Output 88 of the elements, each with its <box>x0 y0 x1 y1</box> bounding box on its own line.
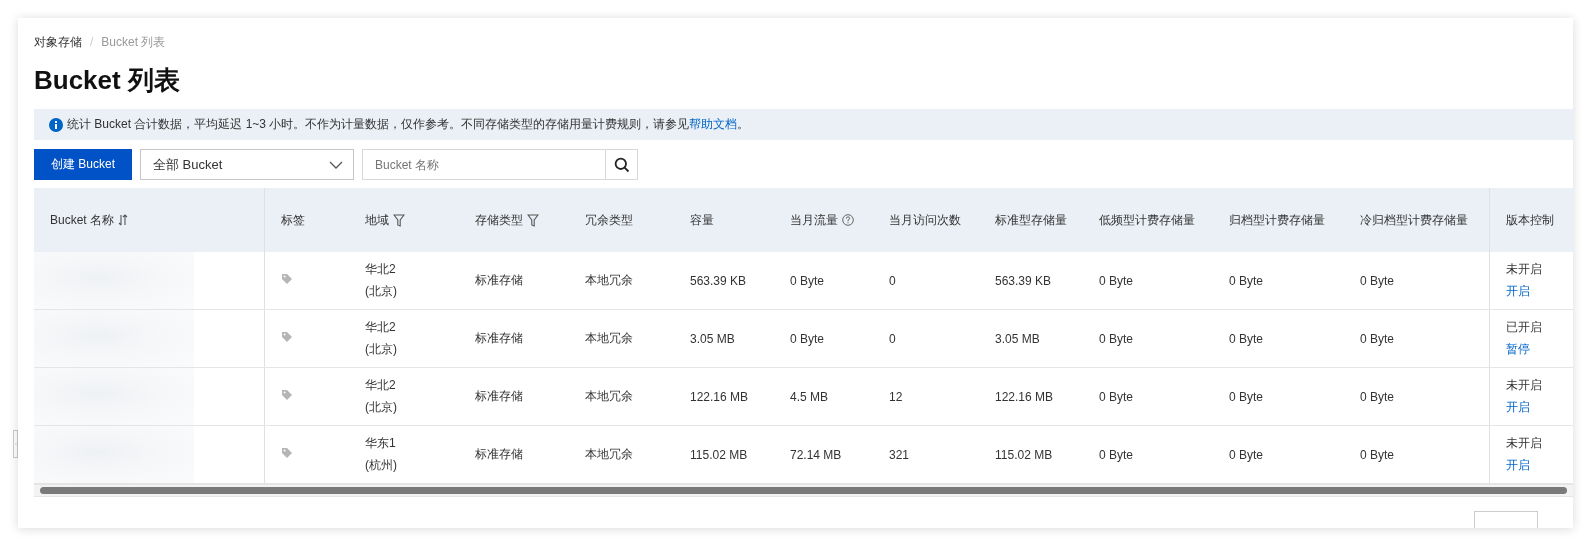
column-header: 当月访问次数 <box>873 188 979 252</box>
table-cell-text: 未开启 <box>1505 377 1543 394</box>
table-cell: 0 Byte <box>1099 331 1134 346</box>
column-header: Bucket 名称 <box>34 188 264 252</box>
table-cell: 标准存储 <box>475 331 523 345</box>
tag-icon[interactable] <box>280 389 293 401</box>
table-cell: 12 <box>889 389 903 404</box>
versioning-link[interactable]: 暂停 <box>1505 341 1573 358</box>
versioning-link[interactable]: 开启 <box>1505 399 1573 416</box>
versioning-link[interactable]: 开启 <box>1505 283 1573 300</box>
column-header: 冷归档型计费存储量 <box>1344 188 1489 252</box>
table-cell: 0 Byte <box>1360 447 1395 462</box>
page-title: Bucket 列表 <box>34 64 181 96</box>
column-header: 冗余类型 <box>569 188 674 252</box>
filter-icon[interactable] <box>527 213 539 227</box>
table-cell: 72.14 MB <box>790 447 842 462</box>
help-icon[interactable] <box>842 214 854 226</box>
table-cell: 0 Byte <box>1099 273 1134 288</box>
table-cell: 563.39 KB <box>995 273 1052 288</box>
tag-icon[interactable] <box>280 331 293 343</box>
table-cell: 0 Byte <box>1229 331 1264 346</box>
table-cell: 122.16 MB <box>690 389 749 404</box>
horizontal-scrollbar[interactable] <box>34 484 1573 497</box>
sort-icon[interactable] <box>118 214 129 226</box>
table-cell: 标准存储 <box>475 447 523 461</box>
table-cell: 0 Byte <box>1360 389 1395 404</box>
column-header: 版本控制 <box>1489 188 1573 252</box>
table-cell: 标准存储 <box>475 389 523 403</box>
table-cell: 0 Byte <box>1229 447 1264 462</box>
column-header: 归档型计费存储量 <box>1213 188 1344 252</box>
table-cell: 本地冗余 <box>585 331 633 345</box>
table-cell-text: 已开启 <box>1505 319 1543 336</box>
chevron-down-icon <box>329 160 343 169</box>
table-cell: 115.02 MB <box>690 447 748 462</box>
help-doc-link[interactable]: 帮助文档 <box>689 117 738 131</box>
breadcrumb-separator: / <box>90 35 94 49</box>
table-cell: 115.02 MB <box>995 447 1053 462</box>
breadcrumb-link[interactable]: 对象存储 <box>34 33 82 51</box>
column-header: 地域 <box>349 188 459 252</box>
notice-text: 统计 Bucket 合计数据，平均延迟 1~3 小时。不作为计量数据，仅作参考。不同存储类型的存储用量计费规则，请参见帮助文档。 <box>67 116 750 133</box>
table-cell: 0 Byte <box>1229 389 1264 404</box>
tag-icon[interactable] <box>280 447 293 459</box>
collapse-handle[interactable] <box>13 430 18 458</box>
table-cell: 4.5 MB <box>790 389 828 404</box>
table-cell-text: 未开启 <box>1505 261 1543 278</box>
bucket-filter-select[interactable]: 全部 Bucket <box>140 149 354 180</box>
table-cell-text: 华北2 <box>365 261 397 278</box>
column-header: 标准型存储量 <box>979 188 1083 252</box>
table-cell: 122.16 MB <box>995 389 1054 404</box>
table-cell-text: 华北2 <box>365 377 397 394</box>
column-header: 存储类型 <box>459 188 569 252</box>
table-cell: 321 <box>889 447 910 462</box>
table-cell: 0 Byte <box>790 331 825 346</box>
info-icon <box>49 117 63 132</box>
search-icon <box>613 156 630 173</box>
table-cell: 563.39 KB <box>690 273 747 288</box>
column-header: 当月流量 <box>774 188 873 252</box>
search-field[interactable]: Bucket 名称 <box>362 149 605 180</box>
table-cell: 0 <box>889 273 896 288</box>
table-cell: 本地冗余 <box>585 447 633 461</box>
table-cell-text: 华东1 <box>365 435 397 452</box>
table-cell-text: (北京) <box>365 283 398 300</box>
table-cell: 本地冗余 <box>585 273 633 287</box>
tag-icon[interactable] <box>280 273 293 285</box>
table-cell: 0 Byte <box>790 273 825 288</box>
table-cell: 0 Byte <box>1229 273 1264 288</box>
column-header: 低频型计费存储量 <box>1083 188 1213 252</box>
versioning-link[interactable]: 开启 <box>1505 457 1573 474</box>
filter-icon[interactable] <box>393 213 405 227</box>
table-cell: 0 Byte <box>1360 273 1395 288</box>
column-header: 容量 <box>674 188 774 252</box>
table-cell-text: (杭州) <box>365 457 398 474</box>
table-cell: 0 Byte <box>1099 389 1134 404</box>
table-cell: 3.05 MB <box>995 331 1040 346</box>
table-cell: 3.05 MB <box>690 331 735 346</box>
column-header: 标签 <box>264 188 349 252</box>
scrollbar-thumb[interactable] <box>40 487 1567 494</box>
table-cell: 0 Byte <box>1099 447 1134 462</box>
table-cell: 本地冗余 <box>585 389 633 403</box>
table-cell: 标准存储 <box>475 273 523 287</box>
table-cell: 0 Byte <box>1360 331 1395 346</box>
table-cell-text: 华北2 <box>365 319 397 336</box>
table-cell-text: (北京) <box>365 341 398 358</box>
table-cell: 0 <box>889 331 896 346</box>
search-button[interactable] <box>605 149 638 180</box>
table-cell-text: 未开启 <box>1505 435 1543 452</box>
create-bucket-button[interactable]: 创建 Bucket <box>34 149 132 180</box>
table-cell-text: (北京) <box>365 399 398 416</box>
